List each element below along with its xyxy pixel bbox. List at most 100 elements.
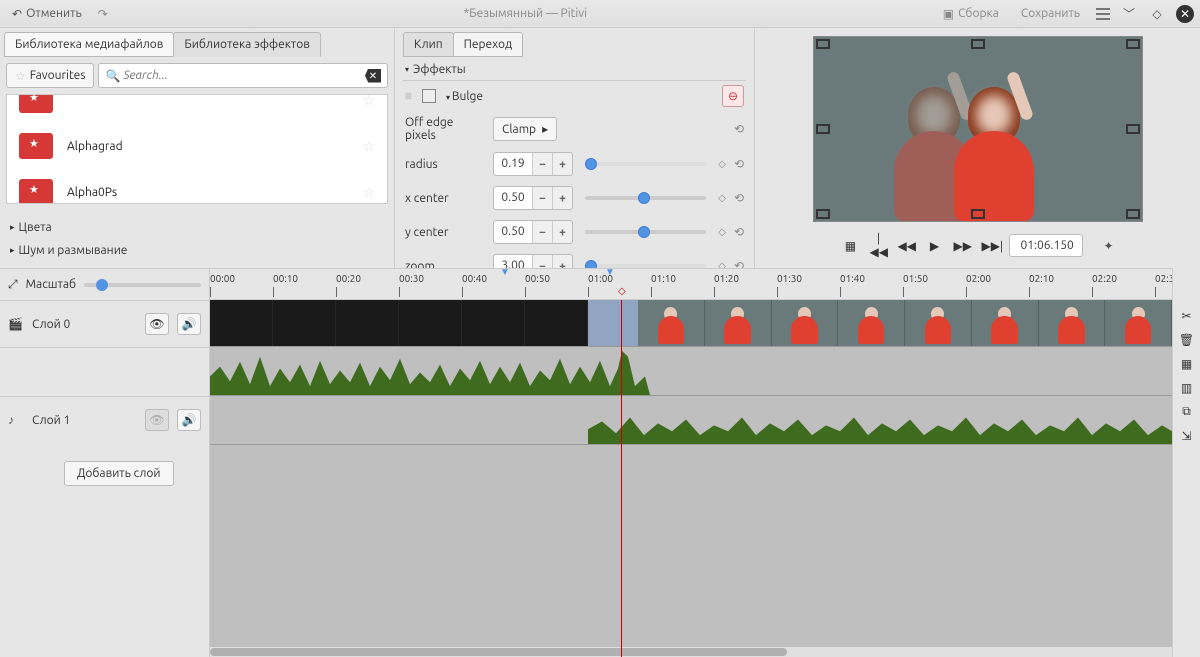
off-edge-dropdown[interactable]: Clamp▸: [493, 117, 557, 141]
tab-transition[interactable]: Переход: [453, 32, 524, 57]
delete-tool[interactable]: 🗑: [1173, 328, 1200, 352]
play-button[interactable]: ▶: [925, 239, 943, 253]
tab-clip[interactable]: Клип: [403, 32, 454, 57]
audio-clip[interactable]: [588, 396, 1172, 444]
resize-handle[interactable]: [1126, 39, 1140, 49]
effect-bulge[interactable]: Bulge: [446, 90, 483, 103]
maximize-button[interactable]: ◇: [1148, 5, 1166, 23]
decrement-button[interactable]: −: [532, 153, 552, 175]
effect-item[interactable]: ☆: [7, 94, 387, 123]
reset-button[interactable]: ⟲: [734, 225, 744, 239]
ycenter-slider[interactable]: [585, 230, 706, 234]
effect-item[interactable]: Alpha0Ps ☆: [7, 169, 387, 204]
rewind-button[interactable]: ◀◀: [897, 239, 915, 253]
save-button[interactable]: Сохранить: [1015, 5, 1086, 22]
forward-button[interactable]: ▶▶: [953, 239, 971, 253]
layer-1-header[interactable]: ♪ Слой 1 👁 🔊: [0, 396, 209, 443]
viewer-settings-button[interactable]: ✦: [1103, 239, 1113, 253]
decrement-button[interactable]: −: [532, 187, 552, 209]
marker-icon[interactable]: ▼: [500, 268, 510, 278]
layer-visibility-button[interactable]: 👁: [145, 409, 169, 431]
delete-effect-button[interactable]: ⊖: [722, 85, 744, 107]
xcenter-slider[interactable]: [585, 196, 706, 200]
copy-tool[interactable]: ⧉: [1173, 400, 1200, 424]
increment-button[interactable]: +: [552, 153, 572, 175]
playhead[interactable]: [621, 300, 622, 657]
ycenter-spinner[interactable]: 0.50 − +: [493, 220, 573, 244]
playhead-marker[interactable]: ◇: [618, 285, 626, 297]
cut-tool[interactable]: ✂: [1173, 304, 1200, 328]
detach-button[interactable]: ▦: [841, 239, 859, 253]
increment-button[interactable]: +: [552, 221, 572, 243]
layer-visibility-button[interactable]: 👁: [145, 313, 169, 335]
keyframe-icon[interactable]: ◇: [718, 226, 726, 238]
reset-button[interactable]: ⟲: [734, 122, 744, 136]
favourite-star-icon[interactable]: ☆: [362, 184, 375, 201]
video-clip[interactable]: [210, 300, 588, 346]
tab-effects-library[interactable]: Библиотека эффектов: [173, 32, 321, 57]
close-button[interactable]: ✕: [1176, 5, 1194, 23]
audio-track-1[interactable]: [210, 396, 1172, 445]
timecode-display[interactable]: 01:06.150: [1009, 234, 1083, 257]
video-track-0[interactable]: [210, 300, 1172, 347]
clear-search-button[interactable]: ✕: [365, 69, 381, 83]
resize-handle[interactable]: [971, 39, 985, 49]
layer-audio-button[interactable]: 🔊: [177, 409, 201, 431]
effect-item[interactable]: Alphagrad ☆: [7, 123, 387, 169]
search-input[interactable]: [120, 66, 365, 85]
favourites-button[interactable]: ☆ Favourites: [6, 63, 94, 88]
radius-slider[interactable]: [585, 162, 706, 166]
spinner-value[interactable]: 0.19: [494, 153, 532, 175]
xcenter-spinner[interactable]: 0.50 − +: [493, 186, 573, 210]
skip-end-button[interactable]: ▶▶|: [981, 239, 999, 253]
add-layer-button[interactable]: Добавить слой: [64, 461, 174, 486]
resize-handle[interactable]: [1126, 209, 1140, 219]
resize-handle[interactable]: [816, 209, 830, 219]
video-preview[interactable]: [813, 36, 1143, 222]
layer-audio-button[interactable]: 🔊: [177, 313, 201, 335]
video-clip[interactable]: [638, 300, 1172, 346]
resize-handle[interactable]: [816, 39, 830, 49]
effect-enable-checkbox[interactable]: [422, 89, 436, 103]
group-tool[interactable]: ▦: [1173, 352, 1200, 376]
drag-handle-icon[interactable]: ≡: [405, 89, 412, 103]
resize-handle[interactable]: [816, 124, 830, 134]
menu-button[interactable]: [1096, 8, 1110, 20]
timeline-ruler[interactable]: ▼ ▼ ◇ 00:0000:1000:2000:3000:4000:5001:0…: [210, 268, 1172, 300]
zoom-slider[interactable]: [84, 283, 201, 287]
layer-0-header[interactable]: 🎬 Слой 0 👁 🔊: [0, 300, 209, 347]
audio-clip[interactable]: [210, 347, 650, 395]
spinner-value[interactable]: 0.50: [494, 221, 532, 243]
resize-handle[interactable]: [1126, 124, 1140, 134]
layer-name[interactable]: Слой 1: [32, 414, 137, 427]
increment-button[interactable]: +: [552, 187, 572, 209]
resize-handle[interactable]: [971, 209, 985, 219]
tab-media-library[interactable]: Библиотека медиафайлов: [4, 32, 174, 57]
reset-button[interactable]: ⟲: [734, 157, 744, 171]
transition-clip[interactable]: [588, 300, 638, 346]
effects-section-header[interactable]: Эффекты: [403, 57, 746, 81]
skip-start-button[interactable]: |◀◀: [869, 232, 887, 259]
layer-name[interactable]: Слой 0: [32, 318, 137, 331]
keyframe-icon[interactable]: ◇: [718, 192, 726, 204]
favourite-star-icon[interactable]: ☆: [362, 94, 375, 109]
keyframe-icon[interactable]: ◇: [718, 158, 726, 170]
search-field[interactable]: 🔍 ✕: [98, 63, 388, 88]
favourite-star-icon[interactable]: ☆: [362, 138, 375, 155]
radius-spinner[interactable]: 0.19 − +: [493, 152, 573, 176]
render-button[interactable]: ▣ Сборка: [937, 5, 1005, 23]
align-tool[interactable]: ⇲: [1173, 424, 1200, 448]
ungroup-tool[interactable]: ▥: [1173, 376, 1200, 400]
decrement-button[interactable]: −: [532, 221, 552, 243]
audio-track-0[interactable]: [210, 347, 1172, 396]
timeline[interactable]: ▼ ▼ ◇ 00:0000:1000:2000:3000:4000:5001:0…: [210, 268, 1172, 657]
undo-button[interactable]: ↶ Отменить: [6, 5, 88, 23]
redo-button[interactable]: ↷: [92, 5, 114, 23]
spinner-value[interactable]: 0.50: [494, 187, 532, 209]
category-colors[interactable]: Цвета: [10, 216, 384, 239]
horizontal-scrollbar[interactable]: [210, 647, 1172, 657]
reset-button[interactable]: ⟲: [734, 191, 744, 205]
category-noise-blur[interactable]: Шум и размывание: [10, 239, 384, 262]
minimize-button[interactable]: ﹀: [1120, 5, 1138, 23]
effects-list[interactable]: ☆ Alphagrad ☆ Alpha0Ps ☆: [6, 94, 388, 204]
